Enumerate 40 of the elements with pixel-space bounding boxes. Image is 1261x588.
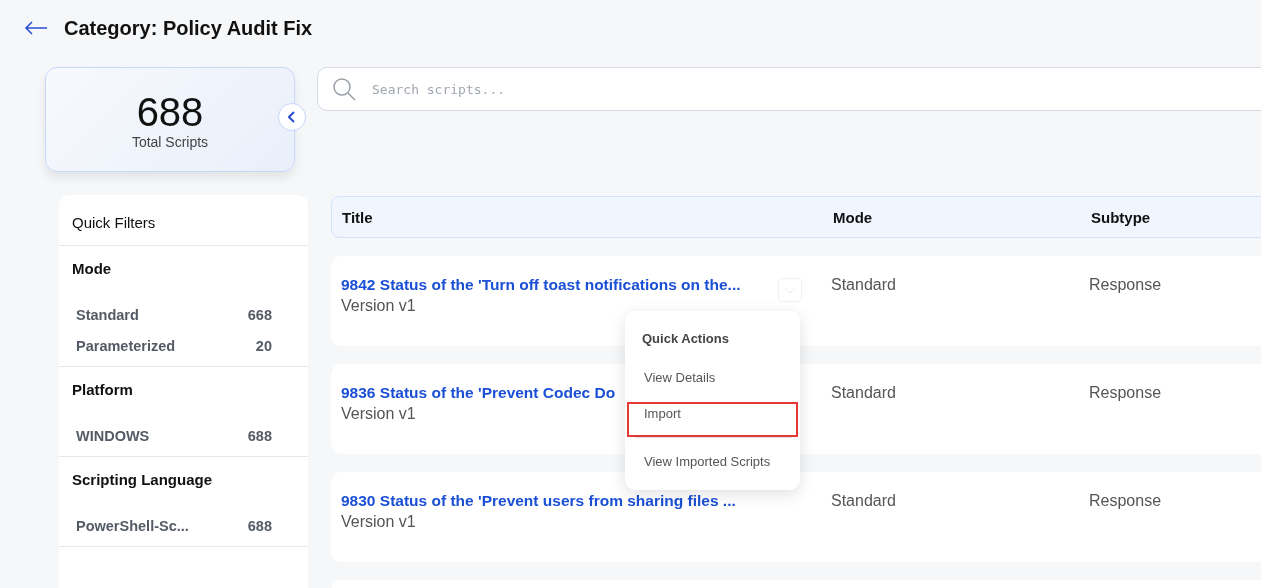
chevron-down-icon [784,286,796,295]
menu-title: Quick Actions [641,331,730,348]
menu-item[interactable]: View Imported Scripts [627,450,798,486]
menu-item[interactable]: View Details [627,366,798,402]
chevron-left-icon [288,111,296,123]
subtype-cell-text: Response [1089,276,1163,295]
filter-count: 688 [247,428,272,444]
column-header: Title [342,208,374,226]
page-title: Category: Policy Audit Fix [64,16,313,40]
filter-option[interactable]: WINDOWS [76,428,150,444]
total-count: 688 [136,89,204,134]
subtype-cell-text: Response [1089,492,1163,511]
filter-count: 688 [247,518,272,534]
script-title-link[interactable]: 9830 Status of the 'Prevent users from sharing files ... [341,492,736,510]
script-version: Version v1 [341,297,416,315]
filter-option[interactable]: Parameterized [76,338,176,354]
mode-cell-text: Standard [831,276,897,295]
script-title-link[interactable]: 9842 Status of the 'Turn off toast notifications on the... [341,276,741,294]
script-version: Version v1 [341,513,416,531]
mode-cell-text: Standard [831,492,897,511]
column-header: Subtype [1091,208,1152,226]
search-input[interactable]: Search scripts... [370,80,1261,98]
filter-group-title: Mode [72,260,113,277]
column-header: Mode [833,208,874,226]
filter-option[interactable]: PowerShell-Sc... [76,518,189,534]
filter-group-title: Platform [72,381,134,398]
filter-group-title: Scripting Language [72,471,213,488]
mode-cell-text: Standard [831,384,897,403]
search-field[interactable]: Search scripts... [317,67,1261,111]
script-title-link[interactable]: 9836 Status of the 'Prevent Codec Do [341,384,616,402]
total-label: Total Scripts [131,133,209,150]
back-arrow-icon[interactable] [24,21,48,35]
menu-item[interactable]: Import [627,402,798,437]
filter-count: 20 [255,338,272,354]
search-icon [332,77,356,101]
filters-title: Quick Filters [59,195,308,246]
subtype-cell-text: Response [1089,384,1163,403]
script-version: Version v1 [341,405,416,423]
filter-option[interactable]: Standard [76,307,139,323]
filter-count: 668 [247,307,272,323]
